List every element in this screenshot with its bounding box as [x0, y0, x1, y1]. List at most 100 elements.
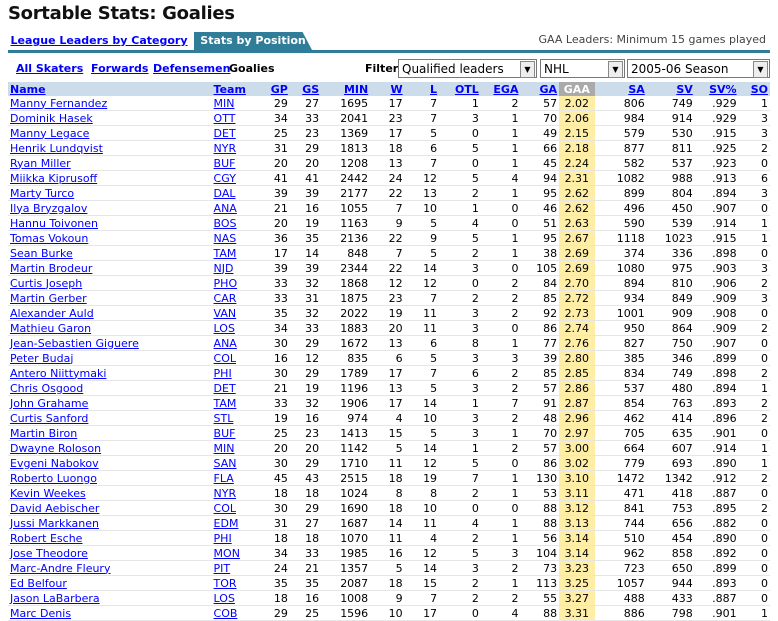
player-link[interactable]: Marc-Andre Fleury: [10, 562, 110, 575]
player-link[interactable]: Marc Denis: [10, 607, 71, 620]
team-cell: VAN: [211, 305, 259, 321]
player-link[interactable]: Chris Osgood: [10, 382, 83, 395]
column-header-gp[interactable]: GP: [258, 82, 290, 96]
season-select[interactable]: 2005-06 Season ▼: [627, 59, 770, 78]
player-link[interactable]: Evgeni Nabokov: [10, 457, 99, 470]
player-link[interactable]: Miikka Kiprusoff: [10, 172, 97, 185]
player-link[interactable]: Marty Turco: [10, 187, 74, 200]
team-link[interactable]: EDM: [214, 517, 239, 530]
player-link[interactable]: Manny Fernandez: [10, 97, 107, 110]
league-select[interactable]: NHL ▼: [540, 59, 625, 78]
player-link[interactable]: Jason LaBarbera: [10, 592, 100, 605]
team-link[interactable]: BOS: [214, 217, 237, 230]
player-link[interactable]: David Aebischer: [10, 502, 99, 515]
player-link[interactable]: Robert Esche: [10, 532, 82, 545]
column-header-min[interactable]: MIN: [321, 82, 371, 96]
player-link[interactable]: Martin Brodeur: [10, 262, 92, 275]
team-link[interactable]: MON: [214, 547, 240, 560]
team-link[interactable]: FLA: [214, 472, 234, 485]
team-link[interactable]: NJD: [214, 262, 234, 275]
player-link[interactable]: Roberto Luongo: [10, 472, 97, 485]
player-link[interactable]: Sean Burke: [10, 247, 73, 260]
team-link[interactable]: LOS: [214, 592, 235, 605]
player-link[interactable]: Manny Legace: [10, 127, 89, 140]
player-link[interactable]: Ilya Bryzgalov: [10, 202, 87, 215]
team-link[interactable]: BUF: [214, 427, 236, 440]
team-link[interactable]: TAM: [214, 247, 237, 260]
player-link[interactable]: Dominik Hasek: [10, 112, 93, 125]
column-header-gs[interactable]: GS: [289, 82, 322, 96]
stat-cell-so: 0: [738, 155, 770, 171]
team-link[interactable]: TAM: [214, 397, 237, 410]
team-link[interactable]: PIT: [214, 562, 231, 575]
team-link[interactable]: LOS: [214, 322, 235, 335]
team-link[interactable]: BUF: [214, 157, 236, 170]
team-link[interactable]: ANA: [214, 202, 237, 215]
player-link[interactable]: Jussi Markkanen: [10, 517, 99, 530]
team-link[interactable]: CGY: [214, 172, 236, 185]
team-link[interactable]: DET: [214, 382, 236, 395]
column-header-ga[interactable]: GA: [520, 82, 560, 96]
link-defensemen[interactable]: Defensemen: [153, 62, 230, 75]
team-link[interactable]: PHI: [214, 532, 232, 545]
stat-cell-so: 0: [738, 200, 770, 216]
player-link[interactable]: Ryan Miller: [10, 157, 71, 170]
chevron-down-icon: ▼: [520, 61, 535, 78]
column-header-sv-pct[interactable]: SV%: [694, 82, 739, 96]
column-header-ega[interactable]: EGA: [480, 82, 521, 96]
team-link[interactable]: VAN: [214, 307, 237, 320]
team-link[interactable]: COL: [214, 502, 236, 515]
player-link[interactable]: Martin Gerber: [10, 292, 87, 305]
team-link[interactable]: MIN: [214, 442, 235, 455]
player-link[interactable]: Hannu Toivonen: [10, 217, 98, 230]
player-link[interactable]: Martin Biron: [10, 427, 77, 440]
player-link[interactable]: Ed Belfour: [10, 577, 67, 590]
column-header-sa[interactable]: SA: [594, 82, 647, 96]
team-link[interactable]: MIN: [214, 97, 235, 110]
team-link[interactable]: NAS: [214, 232, 237, 245]
team-link[interactable]: STL: [214, 412, 234, 425]
tab-league-leaders[interactable]: League Leaders by Category: [8, 32, 190, 50]
stat-cell-gaa: 3.00: [559, 440, 595, 456]
link-all-skaters[interactable]: All Skaters: [16, 62, 83, 75]
team-link[interactable]: DET: [214, 127, 236, 140]
team-link[interactable]: PHO: [214, 277, 238, 290]
team-link[interactable]: PHI: [214, 367, 232, 380]
team-link[interactable]: OTT: [214, 112, 236, 125]
player-link[interactable]: Antero Niittymaki: [10, 367, 106, 380]
column-header-sv[interactable]: SV: [646, 82, 695, 96]
column-header-team[interactable]: Team: [211, 82, 259, 96]
column-header-w[interactable]: W: [370, 82, 405, 96]
team-link[interactable]: TOR: [214, 577, 237, 590]
player-link[interactable]: Peter Budaj: [10, 352, 73, 365]
player-link[interactable]: Kevin Weekes: [10, 487, 86, 500]
player-link[interactable]: Jose Theodore: [10, 547, 88, 560]
player-link[interactable]: John Grahame: [10, 397, 88, 410]
column-header-name[interactable]: Name: [8, 82, 212, 96]
team-link[interactable]: ANA: [214, 337, 237, 350]
column-header-l[interactable]: L: [404, 82, 440, 96]
player-link[interactable]: Curtis Sanford: [10, 412, 88, 425]
team-link[interactable]: COL: [214, 352, 236, 365]
team-link[interactable]: CAR: [214, 292, 237, 305]
column-header-otl[interactable]: OTL: [439, 82, 481, 96]
team-link[interactable]: COB: [214, 607, 238, 620]
link-forwards[interactable]: Forwards: [91, 62, 148, 75]
qualifier-select[interactable]: Qualified leaders ▼: [398, 59, 537, 78]
team-link[interactable]: NYR: [214, 487, 237, 500]
player-link[interactable]: Dwayne Roloson: [10, 442, 101, 455]
player-link[interactable]: Jean-Sebastien Giguere: [10, 337, 139, 350]
column-header-so[interactable]: SO: [738, 82, 770, 96]
stat-cell-l: 19: [404, 470, 440, 486]
stat-cell-ga: 105: [520, 260, 560, 276]
player-link[interactable]: Henrik Lundqvist: [10, 142, 103, 155]
player-link[interactable]: Curtis Joseph: [10, 277, 82, 290]
team-link[interactable]: NYR: [214, 142, 237, 155]
team-link[interactable]: SAN: [214, 457, 237, 470]
tab-stats-by-position[interactable]: Stats by Position: [194, 32, 312, 50]
stat-cell-sv: 480: [646, 380, 695, 396]
team-link[interactable]: DAL: [214, 187, 236, 200]
player-link[interactable]: Mathieu Garon: [10, 322, 91, 335]
player-link[interactable]: Alexander Auld: [10, 307, 94, 320]
player-link[interactable]: Tomas Vokoun: [10, 232, 88, 245]
